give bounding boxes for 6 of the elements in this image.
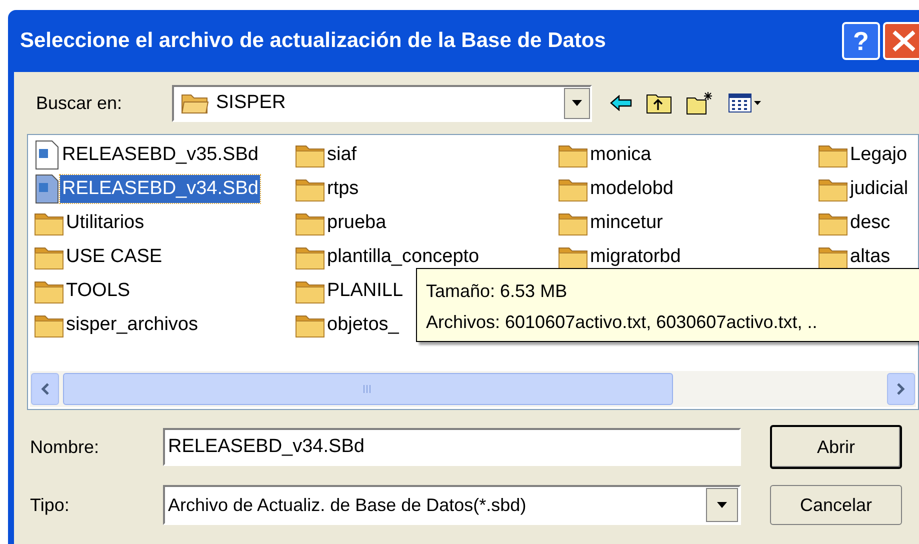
look-in-label: Buscar en: [36, 92, 124, 114]
tooltip-line: Archivos: 6010607activo.txt, 6030607activo.txt, .. [426, 311, 818, 334]
file-name-label: Nombre: [30, 436, 100, 458]
window-title: Seleccione el archivo de actualización de la Base de Datos [20, 28, 606, 54]
tooltip-line: Tamaño: 6.53 MB [426, 280, 568, 303]
file-type-label: Tipo: [30, 494, 70, 517]
